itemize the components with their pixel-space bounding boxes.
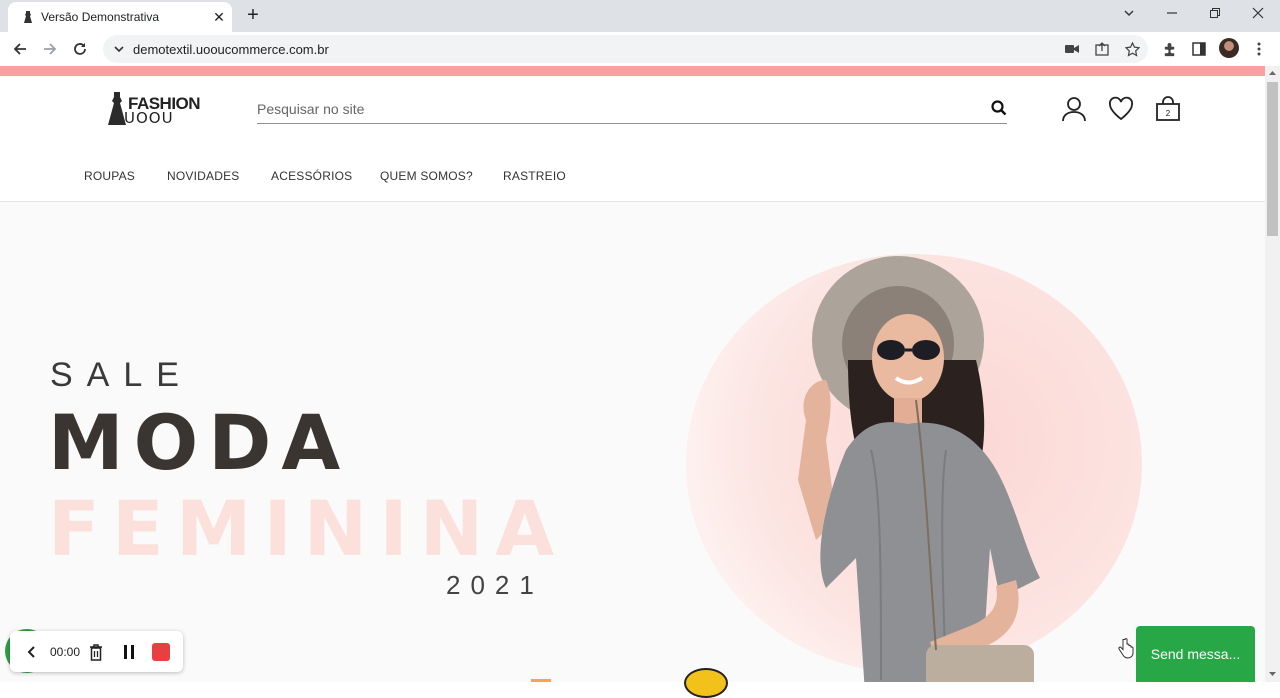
web-page: FASHION UOOU 2 ROUPAS NOVIDADES ACESSÓRI…: [0, 66, 1265, 682]
hero-banner[interactable]: SALE MODA FEMININA 2021: [0, 202, 1265, 682]
send-message-button[interactable]: Send messa...: [1136, 626, 1255, 682]
site-info-icon[interactable]: [112, 42, 126, 56]
search-bar: [257, 94, 1007, 124]
trash-icon[interactable]: [87, 642, 105, 662]
search-icon[interactable]: [991, 100, 1007, 116]
page-scrollbar[interactable]: [1265, 66, 1280, 682]
share-icon[interactable]: [1094, 41, 1110, 57]
wishlist-heart-icon[interactable]: [1108, 96, 1134, 122]
hero-sale-text: SALE: [50, 356, 193, 394]
hand-cursor-icon: [1118, 638, 1134, 659]
back-arrow-icon[interactable]: [9, 38, 31, 60]
menu-item-roupas[interactable]: ROUPAS: [84, 169, 135, 183]
browser-tab[interactable]: Versão Demonstrativa ✕: [8, 2, 232, 32]
svg-text:2: 2: [1166, 109, 1171, 118]
reload-icon[interactable]: [69, 38, 91, 60]
tab-close-icon[interactable]: ✕: [211, 9, 227, 25]
menu-item-quem-somos[interactable]: QUEM SOMOS?: [380, 169, 473, 183]
collapse-chevron-icon[interactable]: [24, 642, 40, 662]
url-text: demotextil.uooucommerce.com.br: [133, 42, 329, 57]
peek-yellow-element: [684, 668, 728, 698]
hero-moda-text: MODA: [48, 398, 351, 487]
kebab-menu-icon[interactable]: [1251, 41, 1267, 57]
browser-toolbar: demotextil.uooucommerce.com.br: [0, 32, 1280, 66]
screen-recorder-bar: 00:00: [10, 631, 183, 672]
stop-record-icon[interactable]: [151, 642, 171, 662]
hero-feminina-text: FEMININA: [48, 484, 567, 573]
browser-tab-bar: Versão Demonstrativa ✕ +: [0, 0, 1280, 32]
user-account-icon[interactable]: [1061, 96, 1087, 122]
search-input[interactable]: [257, 98, 957, 120]
side-panel-icon[interactable]: [1191, 41, 1207, 57]
recording-time: 00:00: [49, 645, 81, 659]
new-tab-icon[interactable]: +: [243, 5, 263, 25]
menu-item-rastreio[interactable]: RASTREIO: [503, 169, 566, 183]
main-menu: ROUPAS NOVIDADES ACESSÓRIOS QUEM SOMOS? …: [0, 169, 1265, 189]
logo-text-bottom: UOOU: [124, 109, 174, 127]
bookmark-star-icon[interactable]: [1124, 41, 1140, 57]
menu-item-novidades[interactable]: NOVIDADES: [167, 169, 239, 183]
camera-icon[interactable]: [1064, 41, 1080, 57]
scroll-thumb[interactable]: [1267, 82, 1278, 236]
tab-title: Versão Demonstrativa: [41, 10, 160, 24]
shopping-bag-icon[interactable]: 2: [1155, 96, 1181, 122]
address-bar[interactable]: demotextil.uooucommerce.com.br: [103, 35, 1148, 63]
forward-arrow-icon[interactable]: [39, 38, 61, 60]
pause-icon[interactable]: [120, 642, 138, 662]
scroll-down-icon[interactable]: [1269, 670, 1276, 677]
hero-year-text: 2021: [446, 570, 544, 600]
hero-model-image: [798, 256, 1040, 682]
scroll-up-icon[interactable]: [1269, 70, 1276, 77]
promo-bar: [0, 66, 1265, 76]
profile-avatar[interactable]: [1219, 38, 1239, 58]
tab-search-icon[interactable]: [1117, 4, 1141, 24]
dress-favicon-icon: [24, 11, 32, 23]
store-logo[interactable]: FASHION UOOU: [107, 92, 202, 127]
restore-icon[interactable]: [1203, 4, 1227, 24]
extensions-icon[interactable]: [1161, 41, 1177, 57]
minimize-icon[interactable]: [1160, 4, 1184, 24]
close-window-icon[interactable]: [1246, 4, 1270, 24]
menu-item-acessorios[interactable]: ACESSÓRIOS: [271, 169, 352, 183]
